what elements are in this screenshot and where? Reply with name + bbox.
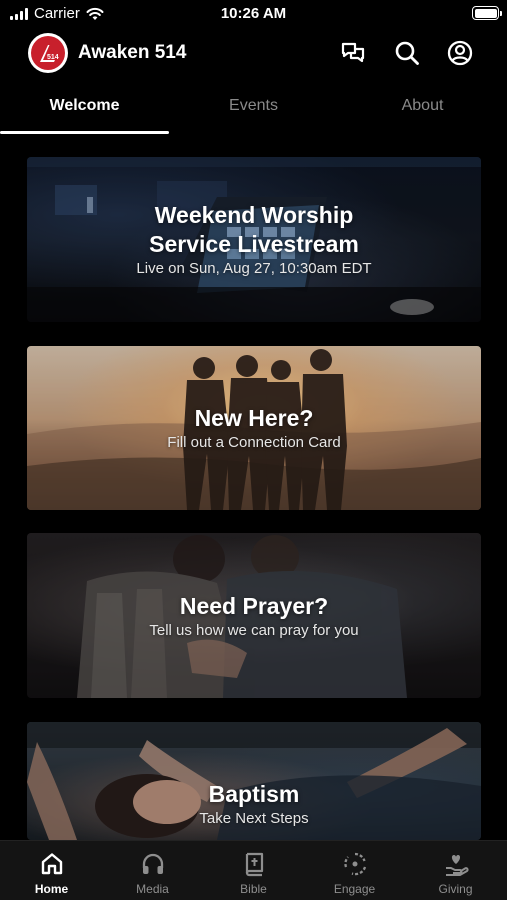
tab-bar-bible[interactable]: Bible [203, 841, 304, 900]
tab-bar-label: Engage [333, 882, 376, 896]
search-icon [395, 41, 419, 65]
tab-bar-giving[interactable]: Giving [405, 841, 506, 900]
new-here-caption: New Here? Fill out a Connection Card [27, 404, 481, 452]
card-need-prayer[interactable]: Need Prayer? Tell us how we can pray for… [27, 533, 481, 698]
app-screen: Carrier 10:26 AM 514 Awaken 514 Welcome … [0, 0, 507, 900]
svg-text:514: 514 [47, 54, 59, 61]
tab-welcome-label: Welcome [49, 97, 120, 114]
active-tab-indicator [0, 131, 169, 134]
logo-mark: 514 [31, 36, 65, 70]
tab-about[interactable]: About [338, 90, 507, 134]
chat-icon [341, 42, 365, 63]
card-worship-livestream[interactable]: Weekend Worship Service Livestream Live … [27, 157, 481, 322]
card-title-line2: Service Livestream [149, 231, 359, 257]
card-title: Baptism [208, 781, 300, 807]
app-title: Awaken 514 [78, 42, 187, 63]
status-bar: Carrier 10:26 AM [0, 0, 507, 28]
prayer-caption: Need Prayer? Tell us how we can pray for… [27, 592, 481, 640]
chat-button[interactable] [339, 39, 367, 67]
tab-about-label: About [401, 97, 444, 114]
app-logo[interactable]: 514 [28, 33, 68, 73]
headphones-icon [142, 853, 163, 874]
battery-icon [472, 6, 502, 20]
baptism-caption: Baptism Take Next Steps [27, 780, 481, 828]
tab-bar-label: Media [136, 882, 169, 896]
tab-events-label: Events [229, 97, 278, 114]
card-title: New Here? [194, 405, 314, 431]
tab-bar-label: Giving [438, 882, 473, 896]
tab-bar-media[interactable]: Media [102, 841, 203, 900]
card-new-here[interactable]: New Here? Fill out a Connection Card [27, 346, 481, 510]
bible-icon [245, 852, 263, 877]
engage-icon [343, 852, 366, 876]
profile-icon [447, 40, 473, 66]
home-icon [41, 853, 62, 875]
tab-bar-label: Bible [240, 882, 267, 896]
card-subtitle: Take Next Steps [199, 810, 309, 827]
status-time: 10:26 AM [220, 5, 287, 22]
tab-events[interactable]: Events [169, 90, 338, 134]
worship-caption: Weekend Worship Service Livestream Live … [27, 201, 481, 278]
giving-icon [445, 855, 469, 876]
tab-welcome[interactable]: Welcome [0, 90, 169, 134]
search-button[interactable] [393, 39, 421, 67]
top-tabs: Welcome Events About [0, 90, 507, 134]
tab-bar-label: Home [34, 882, 69, 896]
card-subtitle: Fill out a Connection Card [167, 434, 341, 451]
tab-bar-home[interactable]: Home [1, 841, 102, 900]
bottom-tab-bar: Home Media Bible Engage Giving [0, 840, 507, 900]
card-title: Need Prayer? [179, 593, 329, 619]
profile-button[interactable] [446, 39, 474, 67]
card-subtitle: Live on Sun, Aug 27, 10:30am EDT [136, 260, 372, 277]
app-header: 514 Awaken 514 [0, 30, 507, 76]
logo-glyph-icon: 514 [40, 45, 59, 62]
card-subtitle: Tell us how we can pray for you [149, 622, 359, 639]
card-baptism[interactable]: Baptism Take Next Steps [27, 722, 481, 840]
tab-bar-engage[interactable]: Engage [304, 841, 405, 900]
card-title: Weekend Worship [154, 202, 354, 228]
